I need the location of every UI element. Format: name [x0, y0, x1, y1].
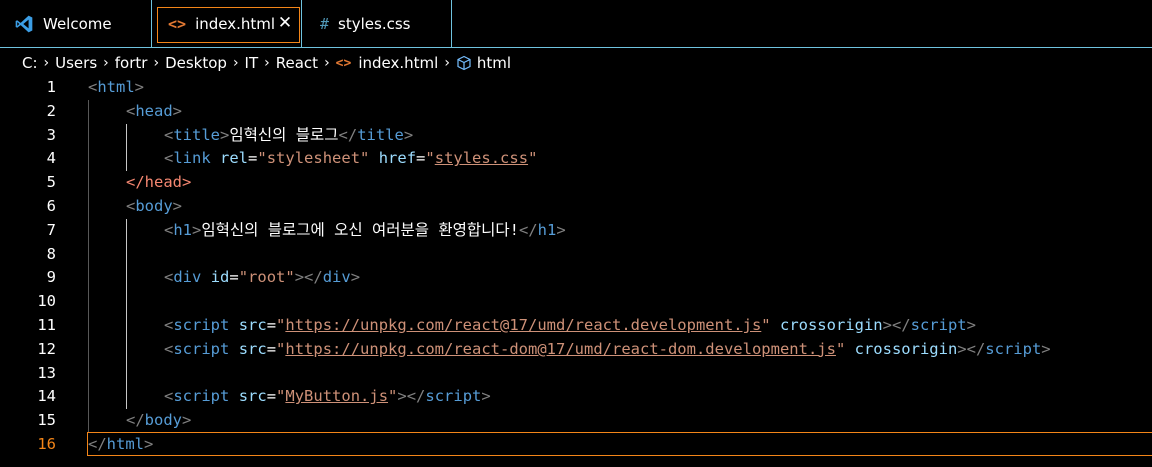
code-line: <h1>임혁신의 블로그에 오신 여러분을 환영합니다!</h1> — [164, 220, 566, 239]
indent-guide — [88, 99, 89, 433]
html-file-icon: <> — [335, 55, 352, 71]
tab-label: index.html — [195, 15, 276, 33]
breadcrumb-item[interactable]: C: — [22, 54, 38, 72]
rel-value: stylesheet — [266, 149, 361, 168]
line-number: 12 — [37, 339, 56, 358]
cube-icon — [457, 55, 471, 71]
tab-bar: Welcome <> index.html ✕ # styles.css — [0, 0, 1152, 48]
css-file-icon: # — [320, 15, 330, 33]
code-line: </head> — [126, 173, 192, 192]
line-number: 10 — [37, 292, 56, 311]
tab-label: Welcome — [43, 15, 112, 33]
react-src-link[interactable]: https://unpkg.com/react@17/umd/react.dev… — [285, 316, 761, 334]
line-number: 13 — [37, 363, 56, 382]
tab-styles-css[interactable]: # styles.css — [302, 0, 452, 48]
breadcrumb-item[interactable]: html — [477, 54, 511, 72]
breadcrumb: C: › Users › fortr › Desktop › IT › Reac… — [0, 50, 1152, 76]
href-link[interactable]: styles.css — [435, 149, 528, 167]
line-number: 3 — [46, 125, 56, 144]
breadcrumb-item[interactable]: IT — [245, 54, 259, 72]
tab-welcome[interactable]: Welcome — [0, 0, 152, 48]
h1-text: 임혁신의 블로그에 오신 여러분을 환영합니다! — [201, 220, 519, 239]
code-line: <script src="MyButton.js"></script> — [164, 387, 491, 406]
code-line: <div id="root"></div> — [164, 268, 361, 287]
title-text: 임혁신의 블로그 — [229, 125, 339, 144]
vscode-icon — [15, 15, 33, 33]
tab-label: styles.css — [338, 15, 411, 33]
html-file-icon: <> — [168, 15, 187, 33]
chevron-right-icon: › — [43, 55, 50, 71]
breadcrumb-item[interactable]: fortr — [115, 54, 148, 72]
crossorigin-attr: crossorigin — [854, 339, 958, 358]
code-line: <html> — [88, 78, 145, 96]
line-number: 7 — [46, 220, 56, 239]
line-number: 14 — [37, 387, 56, 406]
indent-guide — [126, 123, 127, 172]
chevron-right-icon: › — [153, 55, 160, 71]
line-number: 9 — [46, 268, 56, 287]
line-number: 15 — [37, 411, 56, 430]
chevron-right-icon: › — [264, 55, 270, 71]
code-line: <title>임혁신의 블로그</title> — [164, 125, 414, 144]
breadcrumb-item[interactable]: Users — [55, 54, 97, 72]
react-dom-src-link[interactable]: https://unpkg.com/react-dom@17/umd/react… — [285, 340, 836, 358]
code-line: </body> — [126, 411, 192, 430]
indent-guide — [126, 218, 127, 410]
line-number: 1 — [46, 78, 56, 96]
mybutton-src-link[interactable]: MyButton.js — [285, 387, 388, 405]
code-line: </html> — [88, 435, 154, 453]
crossorigin-attr: crossorigin — [779, 316, 883, 334]
line-number: 5 — [46, 173, 56, 192]
line-number: 11 — [37, 316, 56, 334]
breadcrumb-item[interactable]: index.html — [358, 54, 438, 72]
div-id-value: root — [248, 268, 286, 287]
chevron-right-icon: › — [324, 55, 330, 71]
line-number-current: 16 — [37, 435, 56, 453]
code-line: <link rel="stylesheet" href="styles.css" — [164, 149, 538, 168]
line-number: 6 — [46, 197, 56, 215]
close-icon[interactable]: ✕ — [275, 13, 295, 33]
line-number: 4 — [46, 149, 56, 168]
code-line: <script src="https://unpkg.com/react-dom… — [164, 339, 1051, 358]
code-line: <script src="https://unpkg.com/react@17/… — [164, 316, 976, 334]
code-editor[interactable]: 1 2 3 4 5 6 7 8 9 10 11 12 13 14 15 16 <… — [0, 76, 1152, 467]
line-number: 8 — [46, 244, 56, 263]
code-line: <body> — [126, 197, 183, 215]
breadcrumb-item[interactable]: Desktop — [165, 54, 227, 72]
chevron-right-icon: › — [232, 55, 239, 71]
tab-index-html[interactable]: <> index.html ✕ — [154, 0, 302, 48]
code-line: <head> — [126, 101, 183, 120]
current-line-highlight — [87, 432, 1152, 456]
chevron-right-icon: › — [444, 55, 450, 71]
chevron-right-icon: › — [103, 55, 109, 71]
breadcrumb-item[interactable]: React — [276, 54, 318, 72]
line-number: 2 — [46, 101, 56, 120]
